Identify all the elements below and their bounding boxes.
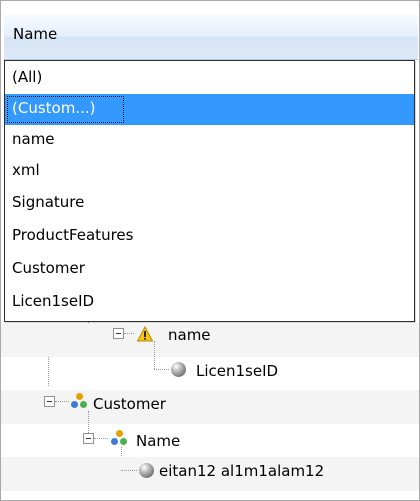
filter-option-licen1seid[interactable]: Licen1seID bbox=[5, 287, 414, 318]
filter-option-productfeatures[interactable]: ProductFeatures bbox=[5, 221, 414, 252]
filter-option-label: ProductFeatures bbox=[12, 226, 134, 244]
sphere-icon bbox=[139, 463, 154, 478]
column-header-label: Name bbox=[13, 25, 58, 43]
collapse-icon[interactable] bbox=[113, 328, 124, 339]
filter-dropdown-list[interactable]: (All) (Custom...) name xml Signature Pro… bbox=[4, 60, 415, 322]
tree-row-label: eitan12 al1m1alam12 bbox=[159, 462, 325, 480]
warning-icon bbox=[137, 326, 153, 342]
collapse-icon[interactable] bbox=[44, 396, 55, 407]
column-header-name[interactable]: Name bbox=[4, 14, 418, 60]
filter-option-label: name bbox=[12, 130, 55, 148]
focus-rectangle bbox=[7, 96, 124, 123]
filter-option-xml[interactable]: xml bbox=[5, 156, 414, 187]
filter-option-all[interactable]: (All) bbox=[5, 63, 414, 94]
tree-row-name-group[interactable]: Name bbox=[1, 423, 419, 457]
filter-option-label: Customer bbox=[12, 259, 85, 277]
filter-option-signature[interactable]: Signature bbox=[5, 188, 414, 219]
filter-option-label: (All) bbox=[12, 68, 43, 86]
filter-option-name[interactable]: name bbox=[5, 125, 414, 156]
collapse-icon[interactable] bbox=[83, 433, 94, 444]
tree-row-label: Name bbox=[136, 432, 181, 450]
tree-row-name[interactable]: name bbox=[1, 323, 419, 357]
group-icon bbox=[71, 393, 89, 409]
filter-option-label: xml bbox=[12, 161, 40, 179]
tree-row-label: Customer bbox=[93, 395, 166, 413]
filter-option-custom[interactable]: (Custom...) bbox=[5, 94, 414, 125]
tree-row-licen1seid[interactable]: Licen1seID bbox=[1, 355, 419, 389]
filter-option-customer[interactable]: Customer bbox=[5, 254, 414, 285]
group-icon bbox=[111, 430, 129, 446]
tree-row-customer[interactable]: Customer bbox=[1, 390, 419, 424]
tree-row-value[interactable]: eitan12 al1m1alam12 bbox=[1, 457, 419, 491]
filter-panel: name Licen1seID Customer Name eitan12 al… bbox=[0, 0, 420, 501]
tree-row-label: Licen1seID bbox=[196, 362, 279, 380]
filter-option-label: Signature bbox=[12, 193, 85, 211]
tree-row-label: name bbox=[168, 326, 211, 344]
filter-option-label: Licen1seID bbox=[12, 292, 95, 310]
sphere-icon bbox=[171, 362, 186, 377]
